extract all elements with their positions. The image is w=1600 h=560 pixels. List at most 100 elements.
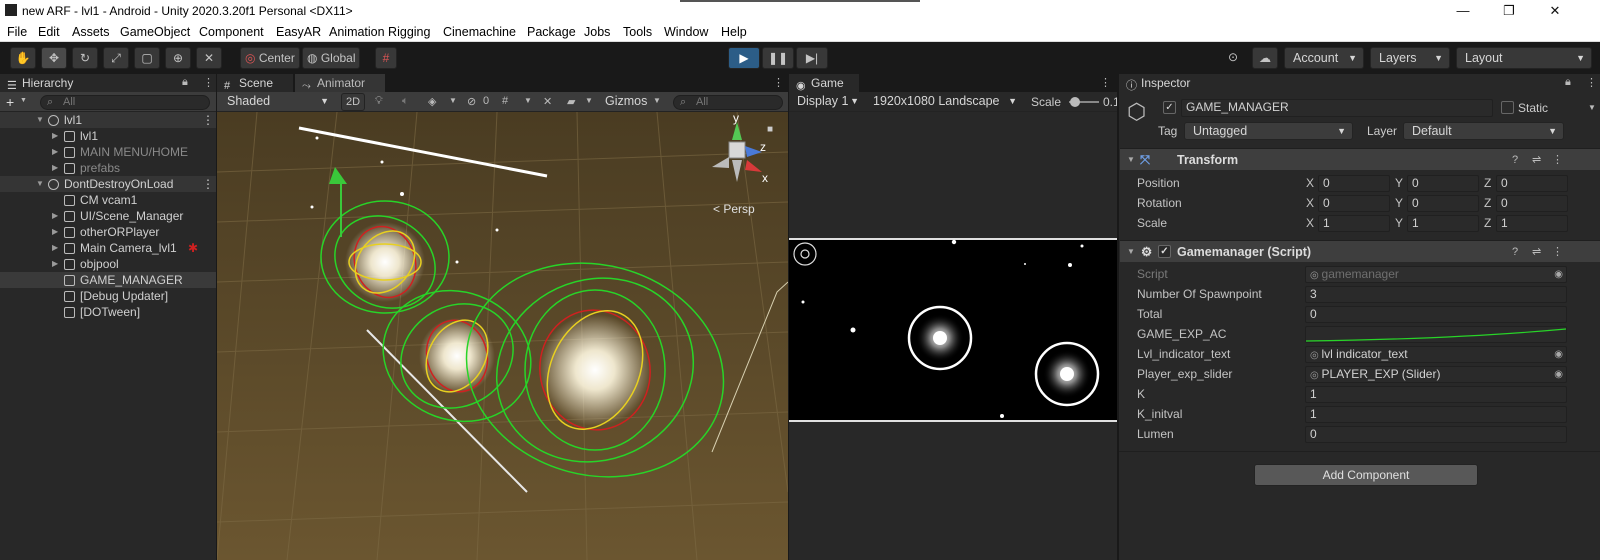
resolution-dropdown[interactable]: 1920x1080 Landscape ▼ — [865, 93, 1023, 111]
chevron-down-icon[interactable]: ▼ — [449, 96, 457, 105]
fold-closed-icon[interactable]: ▶ — [52, 256, 58, 272]
grid-toggle-icon[interactable]: # — [502, 95, 508, 107]
hierarchy-item[interactable]: GAME_MANAGER — [0, 272, 216, 288]
transform-component-header[interactable]: ▼ ⤧ Transform ? ⇌ ⋮ — [1120, 148, 1600, 170]
number-field[interactable]: 0 — [1305, 306, 1567, 323]
collab-icon[interactable]: ⊙ — [1222, 47, 1244, 69]
transform-z-field[interactable]: 1 — [1496, 215, 1568, 232]
kebab-menu-icon[interactable]: ⋮ — [202, 176, 214, 192]
scene-viewport[interactable]: y z x < Persp ■ — [217, 112, 788, 560]
add-icon[interactable]: + — [6, 94, 14, 110]
layout-dropdown[interactable]: Layout ▼ — [1456, 47, 1592, 69]
fold-open-icon[interactable]: ▼ — [36, 112, 44, 128]
transform-y-field[interactable]: 0 — [1407, 195, 1479, 212]
chevron-down-icon[interactable]: ▼ — [585, 96, 593, 105]
lock-icon[interactable]: 🔒︎ — [1565, 76, 1571, 89]
pause-button[interactable]: ❚❚ — [762, 47, 794, 69]
grid-snap-icon[interactable]: # — [375, 47, 397, 69]
toggle-2d-button[interactable]: 2D — [341, 93, 365, 111]
menu-component[interactable]: Component — [199, 25, 264, 39]
object-picker-icon[interactable]: ◉ — [1554, 367, 1563, 382]
object-reference-field[interactable]: ◎ PLAYER_EXP (Slider) ◉ — [1305, 366, 1567, 383]
panel-divider[interactable] — [788, 74, 789, 560]
hierarchy-scene-row[interactable]: ▼ DontDestroyOnLoad ⋮ — [0, 176, 216, 192]
panel-divider[interactable] — [1118, 74, 1119, 560]
menu-edit[interactable]: Edit — [38, 25, 60, 39]
fold-open-icon[interactable]: ▼ — [36, 176, 44, 192]
custom-tool-icon[interactable]: ✕ — [196, 47, 222, 69]
fold-closed-icon[interactable]: ▶ — [52, 144, 58, 160]
transform-x-field[interactable]: 0 — [1318, 195, 1390, 212]
transform-x-field[interactable]: 1 — [1318, 215, 1390, 232]
menu-tools[interactable]: Tools — [623, 25, 652, 39]
effects-icon[interactable]: ◈ — [428, 95, 436, 108]
menu-gameobject[interactable]: GameObject — [120, 25, 190, 39]
fold-arrow-icon[interactable]: ▼ — [1127, 149, 1135, 171]
menu-help[interactable]: Help — [721, 25, 747, 39]
kebab-menu-icon[interactable]: ⋮ — [1552, 149, 1563, 171]
menu-window[interactable]: Window — [664, 25, 708, 39]
transform-x-field[interactable]: 0 — [1318, 175, 1390, 192]
minimize-button[interactable]: — — [1440, 0, 1486, 22]
transform-tool-icon[interactable]: ⊕ — [165, 47, 191, 69]
object-picker-icon[interactable]: ◉ — [1554, 267, 1563, 282]
hierarchy-item[interactable]: [DOTween] — [0, 304, 216, 320]
menu-animation-rigging[interactable]: Animation Rigging — [329, 25, 430, 39]
display-dropdown[interactable]: Display 1 ▼ — [789, 93, 865, 111]
draw-mode-dropdown[interactable]: Shaded ▼ — [219, 93, 335, 111]
hierarchy-item[interactable]: [Debug Updater] — [0, 288, 216, 304]
tag-dropdown[interactable]: Untagged ▼ — [1184, 122, 1353, 140]
hierarchy-item[interactable]: ▶ lvl1 — [0, 128, 216, 144]
object-picker-icon[interactable]: ◉ — [1554, 347, 1563, 362]
chevron-down-icon[interactable]: ▼ — [1588, 103, 1596, 112]
fold-closed-icon[interactable]: ▶ — [52, 160, 58, 176]
maximize-button[interactable]: ❐ — [1486, 0, 1532, 22]
fold-closed-icon[interactable]: ▶ — [52, 128, 58, 144]
static-checkbox[interactable] — [1501, 101, 1514, 114]
rect-tool-icon[interactable]: ▢ — [134, 47, 160, 69]
fold-closed-icon[interactable]: ▶ — [52, 208, 58, 224]
scale-slider-thumb[interactable] — [1070, 97, 1080, 107]
perspective-label[interactable]: < Persp — [713, 202, 755, 216]
object-reference-field[interactable]: ◎ lvl indicator_text ◉ — [1305, 346, 1567, 363]
step-button[interactable]: ▶| — [796, 47, 828, 69]
kebab-menu-icon[interactable]: ⋮ — [1586, 76, 1597, 89]
fold-closed-icon[interactable]: ▶ — [52, 224, 58, 240]
number-field[interactable]: 0 — [1305, 426, 1567, 443]
help-icon[interactable]: ? — [1512, 149, 1518, 171]
transform-z-field[interactable]: 0 — [1496, 175, 1568, 192]
lock-icon[interactable]: ■ — [767, 124, 773, 135]
lighting-icon[interactable]: 💡︎ — [375, 95, 383, 108]
pivot-center-toggle[interactable]: ◎ Center — [240, 47, 300, 69]
tab-inspector[interactable]: ⓘ Inspector — [1119, 74, 1600, 92]
tools-icon[interactable]: ✕ — [543, 95, 552, 108]
audio-icon[interactable]: 🔈︎ — [402, 95, 409, 108]
hierarchy-item[interactable]: ▶ MAIN MENU/HOME — [0, 144, 216, 160]
component-enabled-checkbox[interactable]: ✓ — [1158, 245, 1171, 258]
tab-scene[interactable]: # Scene — [217, 74, 293, 92]
number-field[interactable]: 3 — [1305, 286, 1567, 303]
add-component-button[interactable]: Add Component — [1254, 464, 1478, 486]
scene-search-input[interactable]: ⌕ All — [673, 95, 783, 110]
hierarchy-item[interactable]: ▶ Main Camera_lvl1 ✱ — [0, 240, 216, 256]
game-viewport[interactable] — [789, 238, 1117, 422]
play-button[interactable]: ▶ — [728, 47, 760, 69]
transform-z-field[interactable]: 0 — [1496, 195, 1568, 212]
move-tool-icon[interactable]: ✥ — [41, 47, 67, 69]
kebab-menu-icon[interactable]: ⋮ — [1552, 241, 1563, 263]
chevron-down-icon[interactable]: ▼ — [653, 96, 661, 105]
hierarchy-item[interactable]: ▶ otherORPlayer — [0, 224, 216, 240]
preset-icon[interactable]: ⇌ — [1532, 149, 1541, 171]
hidden-objects-icon[interactable]: ⊘ — [467, 95, 476, 108]
hierarchy-item[interactable]: CM vcam1 — [0, 192, 216, 208]
pivot-global-toggle[interactable]: ◍ Global — [302, 47, 360, 69]
number-field[interactable]: 1 — [1305, 386, 1567, 403]
kebab-menu-icon[interactable]: ⋮ — [773, 76, 784, 89]
transform-y-field[interactable]: 0 — [1407, 175, 1479, 192]
close-button[interactable]: ✕ — [1532, 0, 1578, 22]
hierarchy-scene-row[interactable]: ▼ lvl1 ⋮ — [0, 112, 216, 128]
account-dropdown[interactable]: Account ▼ — [1284, 47, 1364, 69]
animation-curve-field[interactable] — [1305, 326, 1567, 343]
panel-divider[interactable] — [216, 74, 217, 560]
transform-y-field[interactable]: 1 — [1407, 215, 1479, 232]
